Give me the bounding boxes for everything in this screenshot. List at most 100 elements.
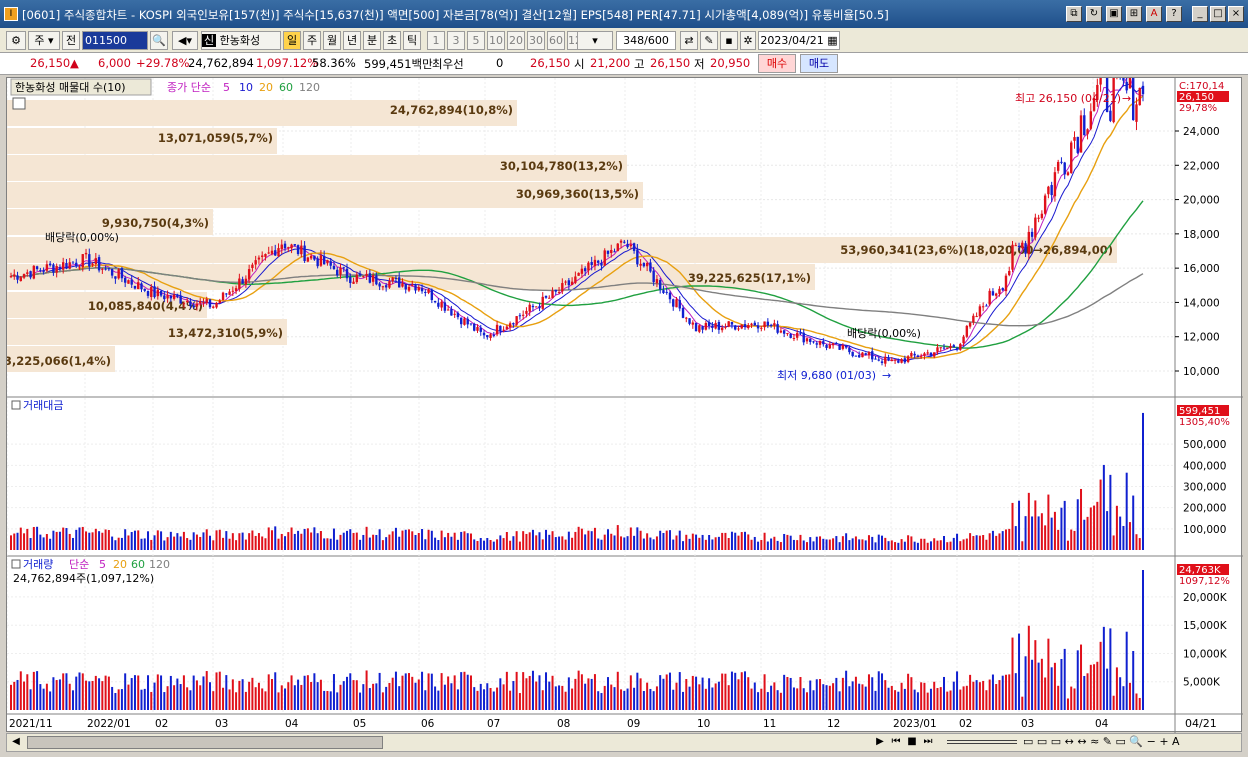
- period-4[interactable]: 분: [363, 31, 381, 50]
- amount-bar: [789, 535, 792, 550]
- amount-bar: [352, 532, 355, 550]
- amount-bar: [254, 535, 257, 550]
- settings-icon[interactable]: ⚙: [6, 31, 26, 50]
- interval-dropdown[interactable]: ▾: [577, 31, 613, 50]
- stop-icon[interactable]: ■: [905, 736, 919, 749]
- pin-icon[interactable]: ⊞: [1126, 6, 1142, 22]
- volume-bar: [1138, 697, 1141, 710]
- volume-bar: [962, 686, 965, 710]
- stock-code-input[interactable]: 011500: [82, 31, 148, 50]
- config-icon[interactable]: ✲: [740, 31, 756, 50]
- volume-bar: [515, 671, 518, 710]
- amount-bar: [616, 525, 619, 550]
- scroll-thumb[interactable]: [27, 736, 383, 749]
- amount-bar: [85, 531, 88, 550]
- market-select[interactable]: 주 ▾: [28, 31, 60, 50]
- volume-bar: [447, 676, 450, 710]
- stock-name-box[interactable]: 신 한농화성: [201, 31, 281, 50]
- tool-icon[interactable]: ⇄: [680, 31, 698, 50]
- amount-bar: [515, 531, 518, 550]
- candle: [81, 254, 84, 268]
- amount-bar: [463, 531, 466, 550]
- interval-1[interactable]: 1: [427, 31, 445, 50]
- price-chart[interactable]: 24,762,894(10,8%) 13,071,059(5,7%) 30,104,…: [4, 64, 1243, 733]
- candle: [339, 267, 342, 275]
- maximize-icon[interactable]: □: [1210, 6, 1226, 22]
- candle: [332, 265, 336, 269]
- volume-bar: [398, 686, 401, 710]
- candle: [1021, 242, 1024, 249]
- candle: [933, 352, 936, 357]
- volume-bar: [822, 684, 825, 710]
- scroll-left-icon[interactable]: ◀: [9, 736, 23, 749]
- chart-tools[interactable]: ▭ ▭ ▭ ↔ ↔ ≈ ✎ ▭ 🔍 − + A: [1023, 735, 1180, 748]
- candle: [1070, 142, 1073, 173]
- volume-bar: [222, 687, 225, 710]
- period-2[interactable]: 월: [323, 31, 341, 50]
- refresh-icon[interactable]: ↻: [1086, 6, 1102, 22]
- volume-bar: [538, 675, 541, 710]
- chart-area[interactable]: 24,762,894(10,8%) 13,071,059(5,7%) 30,104,…: [4, 64, 1243, 733]
- amount-bar: [388, 534, 391, 550]
- candle: [662, 290, 665, 293]
- forward-icon[interactable]: ⏭: [921, 736, 935, 749]
- interval-60[interactable]: 60: [547, 31, 565, 50]
- panel3-checkbox[interactable]: [11, 559, 21, 569]
- interval-20[interactable]: 20: [507, 31, 525, 50]
- speaker-icon[interactable]: ◀▾: [172, 31, 198, 50]
- period-5[interactable]: 초: [383, 31, 401, 50]
- search-icon[interactable]: 🔍: [150, 31, 168, 50]
- volume-bar: [287, 682, 290, 710]
- volume-bar: [799, 677, 802, 710]
- volume-profile-label: 53,960,341(23,6%)(18,020,00→26,894,00): [840, 243, 1113, 257]
- period-0[interactable]: 일: [283, 31, 301, 50]
- legend-tab[interactable]: 한농화성 매물대 수(10): [15, 81, 126, 94]
- close-icon[interactable]: ×: [1228, 6, 1244, 22]
- interval-10[interactable]: 10: [487, 31, 505, 50]
- amount-bar: [1057, 529, 1060, 550]
- play-icon[interactable]: ▶: [873, 736, 887, 749]
- amount-bar: [208, 535, 211, 550]
- panel3-ma-5: 5: [99, 558, 106, 571]
- period-1[interactable]: 주: [303, 31, 321, 50]
- xtick: 2021/11: [9, 718, 53, 730]
- rewind-icon[interactable]: ⏮: [889, 736, 903, 749]
- volume-bar: [695, 676, 698, 710]
- buy-button[interactable]: 매수: [758, 54, 796, 73]
- volume-bar: [68, 683, 71, 710]
- candle: [822, 341, 825, 345]
- help-icon[interactable]: ?: [1166, 6, 1182, 22]
- candle: [515, 316, 518, 325]
- period-3[interactable]: 년: [343, 31, 361, 50]
- date-input[interactable]: 2023/04/21 ▦: [758, 31, 840, 50]
- candle: [825, 344, 828, 348]
- interval-3[interactable]: 3: [447, 31, 465, 50]
- candle: [926, 352, 929, 354]
- amount-bar: [153, 535, 156, 550]
- amount-bar: [443, 537, 446, 550]
- volume-bar: [303, 675, 306, 710]
- interval-30[interactable]: 30: [527, 31, 545, 50]
- amount-bar: [39, 534, 42, 550]
- save-icon[interactable]: ▪: [720, 31, 738, 50]
- volume-bar: [1076, 650, 1079, 710]
- grid-toggle-icon[interactable]: [12, 97, 26, 110]
- draw-icon[interactable]: ✎: [700, 31, 718, 50]
- speed-slider[interactable]: [947, 740, 1017, 744]
- period-6[interactable]: 틱: [403, 31, 421, 50]
- amount-bar: [130, 532, 133, 550]
- amount-bar: [326, 538, 329, 550]
- prev-button[interactable]: 전: [62, 31, 80, 50]
- link-icon[interactable]: ⧉: [1066, 6, 1082, 22]
- volume-bar: [1047, 638, 1050, 710]
- minimize-icon[interactable]: _: [1192, 6, 1208, 22]
- candle: [404, 284, 407, 290]
- interval-5[interactable]: 5: [467, 31, 485, 50]
- count-input[interactable]: 348/600: [616, 31, 676, 50]
- font-icon[interactable]: A: [1146, 6, 1162, 22]
- panel2-checkbox[interactable]: [11, 400, 21, 410]
- layout-icon[interactable]: ▣: [1106, 6, 1122, 22]
- candle: [362, 276, 365, 278]
- volume-bar: [274, 672, 277, 710]
- sell-button[interactable]: 매도: [800, 54, 838, 73]
